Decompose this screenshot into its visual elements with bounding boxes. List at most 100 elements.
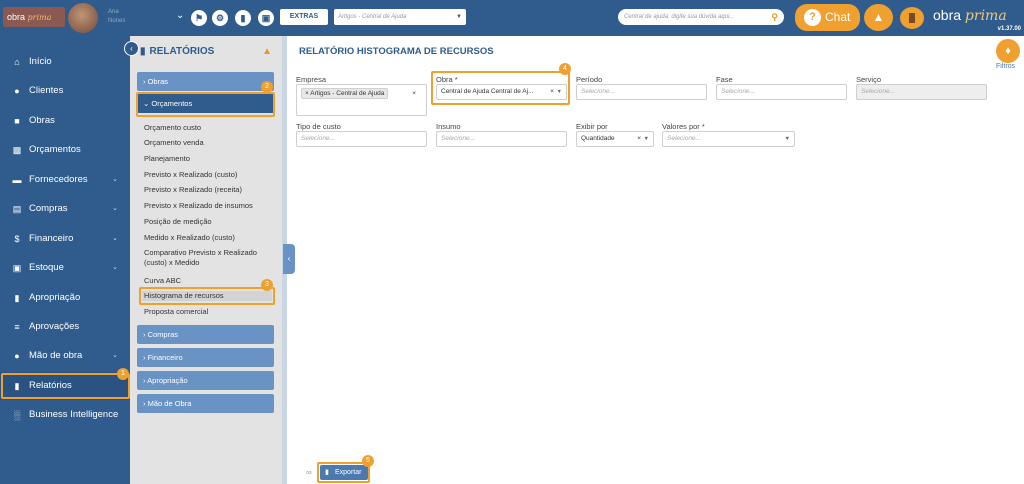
report-item-histograma[interactable]: Histograma de recursos bbox=[142, 291, 272, 301]
category-orcamentos[interactable]: ⌄ Orçamentos bbox=[137, 94, 274, 113]
paperclip-icon[interactable]: ∞ bbox=[306, 468, 312, 477]
flag-icon[interactable]: ⚑ bbox=[191, 10, 207, 26]
mobile-icon[interactable]: ▮ bbox=[235, 10, 251, 26]
caret-down-icon: ▼ bbox=[556, 89, 562, 95]
buildings-icon: ■ bbox=[14, 116, 20, 126]
caret-down-icon: ▼ bbox=[784, 136, 790, 142]
chevron-down-icon: ⌄ bbox=[112, 235, 118, 242]
report-item[interactable]: Previsto x Realizado de insumos bbox=[144, 201, 274, 211]
monitor-icon[interactable]: ▣ bbox=[258, 10, 274, 26]
servico-input[interactable]: Selecione... bbox=[856, 84, 987, 100]
user-icon: ● bbox=[14, 86, 20, 96]
empresa-label: Empresa bbox=[296, 75, 327, 84]
fase-input[interactable]: Selecione... bbox=[716, 84, 847, 100]
export-button[interactable]: ▮ Exportar bbox=[320, 465, 368, 480]
report-item[interactable]: Proposta comercial bbox=[144, 307, 274, 317]
fase-label: Fase bbox=[716, 75, 733, 84]
periodo-input[interactable]: Selecione... bbox=[576, 84, 707, 100]
bar-chart-icon: ░ bbox=[13, 410, 21, 420]
empresa-select[interactable]: × Artigos - Central de Ajuda × bbox=[296, 84, 427, 116]
file-icon: ▮ bbox=[14, 293, 20, 303]
question-icon: ? bbox=[804, 9, 821, 26]
sidebar-item-inicio[interactable]: ⌂ Início bbox=[0, 48, 130, 76]
sidebar-item-mao-de-obra[interactable]: ● Mão de obra ⌄ bbox=[0, 342, 130, 370]
document-icon: ▮ bbox=[140, 46, 146, 57]
avatar[interactable] bbox=[68, 3, 98, 33]
brand-logo: obra prima v1.37.00 bbox=[900, 4, 1024, 34]
chevron-down-icon: ⌄ bbox=[112, 352, 118, 359]
caret-down-icon: ▼ bbox=[456, 14, 462, 20]
subpanel-title: ▮ RELATÓRIOS bbox=[140, 46, 215, 57]
top-bar: obra prima Ana Nunes ⌄ ⚑ ⚙ ▮ ▣ EXTRAS Art… bbox=[0, 0, 1024, 36]
insumo-label: Insumo bbox=[436, 122, 461, 131]
step-badge: 1 bbox=[117, 368, 129, 380]
sidebar-item-relatorios[interactable]: ▮ Relatórios bbox=[0, 372, 130, 400]
sidebar-item-estoque[interactable]: ▣ Estoque ⌄ bbox=[0, 254, 130, 282]
category-mao-de-obra[interactable]: › Mão de Obra bbox=[137, 394, 274, 413]
servico-label: Serviço bbox=[856, 75, 882, 84]
gear-icon[interactable]: ⚙ bbox=[212, 10, 228, 26]
clear-icon[interactable]: × bbox=[550, 85, 554, 99]
obra-select[interactable]: Central de Ajuda Central de Aj... × ▼ bbox=[436, 84, 567, 100]
empresa-tag[interactable]: × Artigos - Central de Ajuda bbox=[301, 88, 389, 99]
chevron-down-icon: ⌄ bbox=[112, 205, 118, 212]
sidebar-item-obras[interactable]: ■ Obras bbox=[0, 107, 130, 135]
report-item[interactable]: Medido x Realizado (custo) bbox=[144, 233, 274, 243]
sidebar-item-aprovacoes[interactable]: ≡ Aprovações bbox=[0, 313, 130, 341]
sidebar: ⌂ Início ● Clientes ■ Obras ▩ Orçamentos ▬ Fo… bbox=[0, 36, 130, 484]
chevron-down-icon[interactable]: ⌄ bbox=[176, 10, 184, 21]
search-icon[interactable]: ⚲ bbox=[771, 9, 778, 25]
valores-por-label: Valores por * bbox=[662, 122, 705, 131]
sidebar-item-business-intelligence[interactable]: ░ Business Intelligence bbox=[0, 401, 130, 429]
extras-button[interactable]: EXTRAS bbox=[280, 9, 328, 25]
report-item[interactable]: Orçamento custo bbox=[144, 123, 274, 133]
graduation-cap-icon[interactable]: ▲ bbox=[864, 4, 893, 31]
reports-subpanel: ▮ RELATÓRIOS ▲ › Obras ⌄ Orçamentos Orçam… bbox=[130, 36, 282, 484]
exibir-por-label: Exibir por bbox=[576, 122, 608, 131]
category-apropriacao[interactable]: › Apropriação bbox=[137, 371, 274, 390]
sidebar-item-compras[interactable]: ▤ Compras ⌄ bbox=[0, 195, 130, 223]
report-item[interactable]: Orçamento venda bbox=[144, 138, 274, 148]
bell-icon[interactable]: ♦ bbox=[996, 39, 1020, 63]
page-title: RELATÓRIO HISTOGRAMA DE RECURSOS bbox=[299, 46, 494, 57]
report-item[interactable]: Planejamento bbox=[144, 154, 274, 164]
tipo-custo-label: Tipo de custo bbox=[296, 122, 341, 131]
truck-icon: ▬ bbox=[12, 175, 22, 185]
category-compras[interactable]: › Compras bbox=[137, 325, 274, 344]
insumo-input[interactable]: Selecione... bbox=[436, 131, 567, 147]
sidebar-item-fornecedores[interactable]: ▬ Fornecedores ⌄ bbox=[0, 166, 130, 194]
help-article-select[interactable]: Artigos - Central de Ajuda ▼ bbox=[334, 9, 466, 25]
valores-por-select[interactable]: Selecione... ▼ bbox=[662, 131, 795, 147]
report-item[interactable]: Previsto x Realizado (custo) bbox=[144, 170, 274, 180]
dollar-icon: $ bbox=[14, 234, 20, 244]
home-icon: ⌂ bbox=[14, 57, 20, 67]
collapse-sidebar-button[interactable]: ‹ bbox=[124, 41, 139, 56]
sidebar-item-financeiro[interactable]: $ Financeiro ⌄ bbox=[0, 225, 130, 253]
graduation-cap-icon[interactable]: ▲ bbox=[262, 46, 272, 57]
workers-icon: ● bbox=[14, 351, 20, 361]
sidebar-item-orcamentos[interactable]: ▩ Orçamentos bbox=[0, 136, 130, 164]
sidebar-item-clientes[interactable]: ● Clientes bbox=[0, 77, 130, 105]
category-obras[interactable]: › Obras bbox=[137, 72, 274, 91]
cart-icon: ▤ bbox=[12, 204, 22, 214]
help-search-input[interactable]: Central de ajuda: digite sua dúvida aqui… bbox=[618, 9, 784, 25]
clear-icon[interactable]: × bbox=[412, 87, 416, 101]
chevron-down-icon: ⌄ bbox=[112, 264, 118, 271]
box-icon: ▣ bbox=[12, 263, 22, 273]
exibir-por-select[interactable]: Quantidade × ▼ bbox=[576, 131, 654, 147]
checklist-icon: ≡ bbox=[14, 322, 20, 332]
sidebar-item-apropriacao[interactable]: ▮ Apropriação bbox=[0, 284, 130, 312]
category-financeiro[interactable]: › Financeiro bbox=[137, 348, 274, 367]
user-name[interactable]: Ana Nunes bbox=[108, 8, 125, 26]
company-logo[interactable]: obra prima bbox=[3, 7, 65, 27]
filters-link[interactable]: Filtros bbox=[996, 63, 1015, 70]
tipo-custo-input[interactable]: Selecione... bbox=[296, 131, 427, 147]
report-item[interactable]: Curva ABC bbox=[144, 276, 274, 286]
dollar-doc-icon: ▩ bbox=[12, 145, 22, 155]
report-item[interactable]: Previsto x Realizado (receita) bbox=[144, 185, 274, 195]
caret-down-icon: ▼ bbox=[643, 136, 649, 142]
report-item[interactable]: Posição de medição bbox=[144, 217, 274, 227]
report-item-comparativo[interactable]: Comparativo Previsto x Realizado (custo) … bbox=[144, 248, 274, 268]
chat-button[interactable]: ? Chat bbox=[795, 4, 860, 31]
clear-icon[interactable]: × bbox=[637, 132, 641, 146]
